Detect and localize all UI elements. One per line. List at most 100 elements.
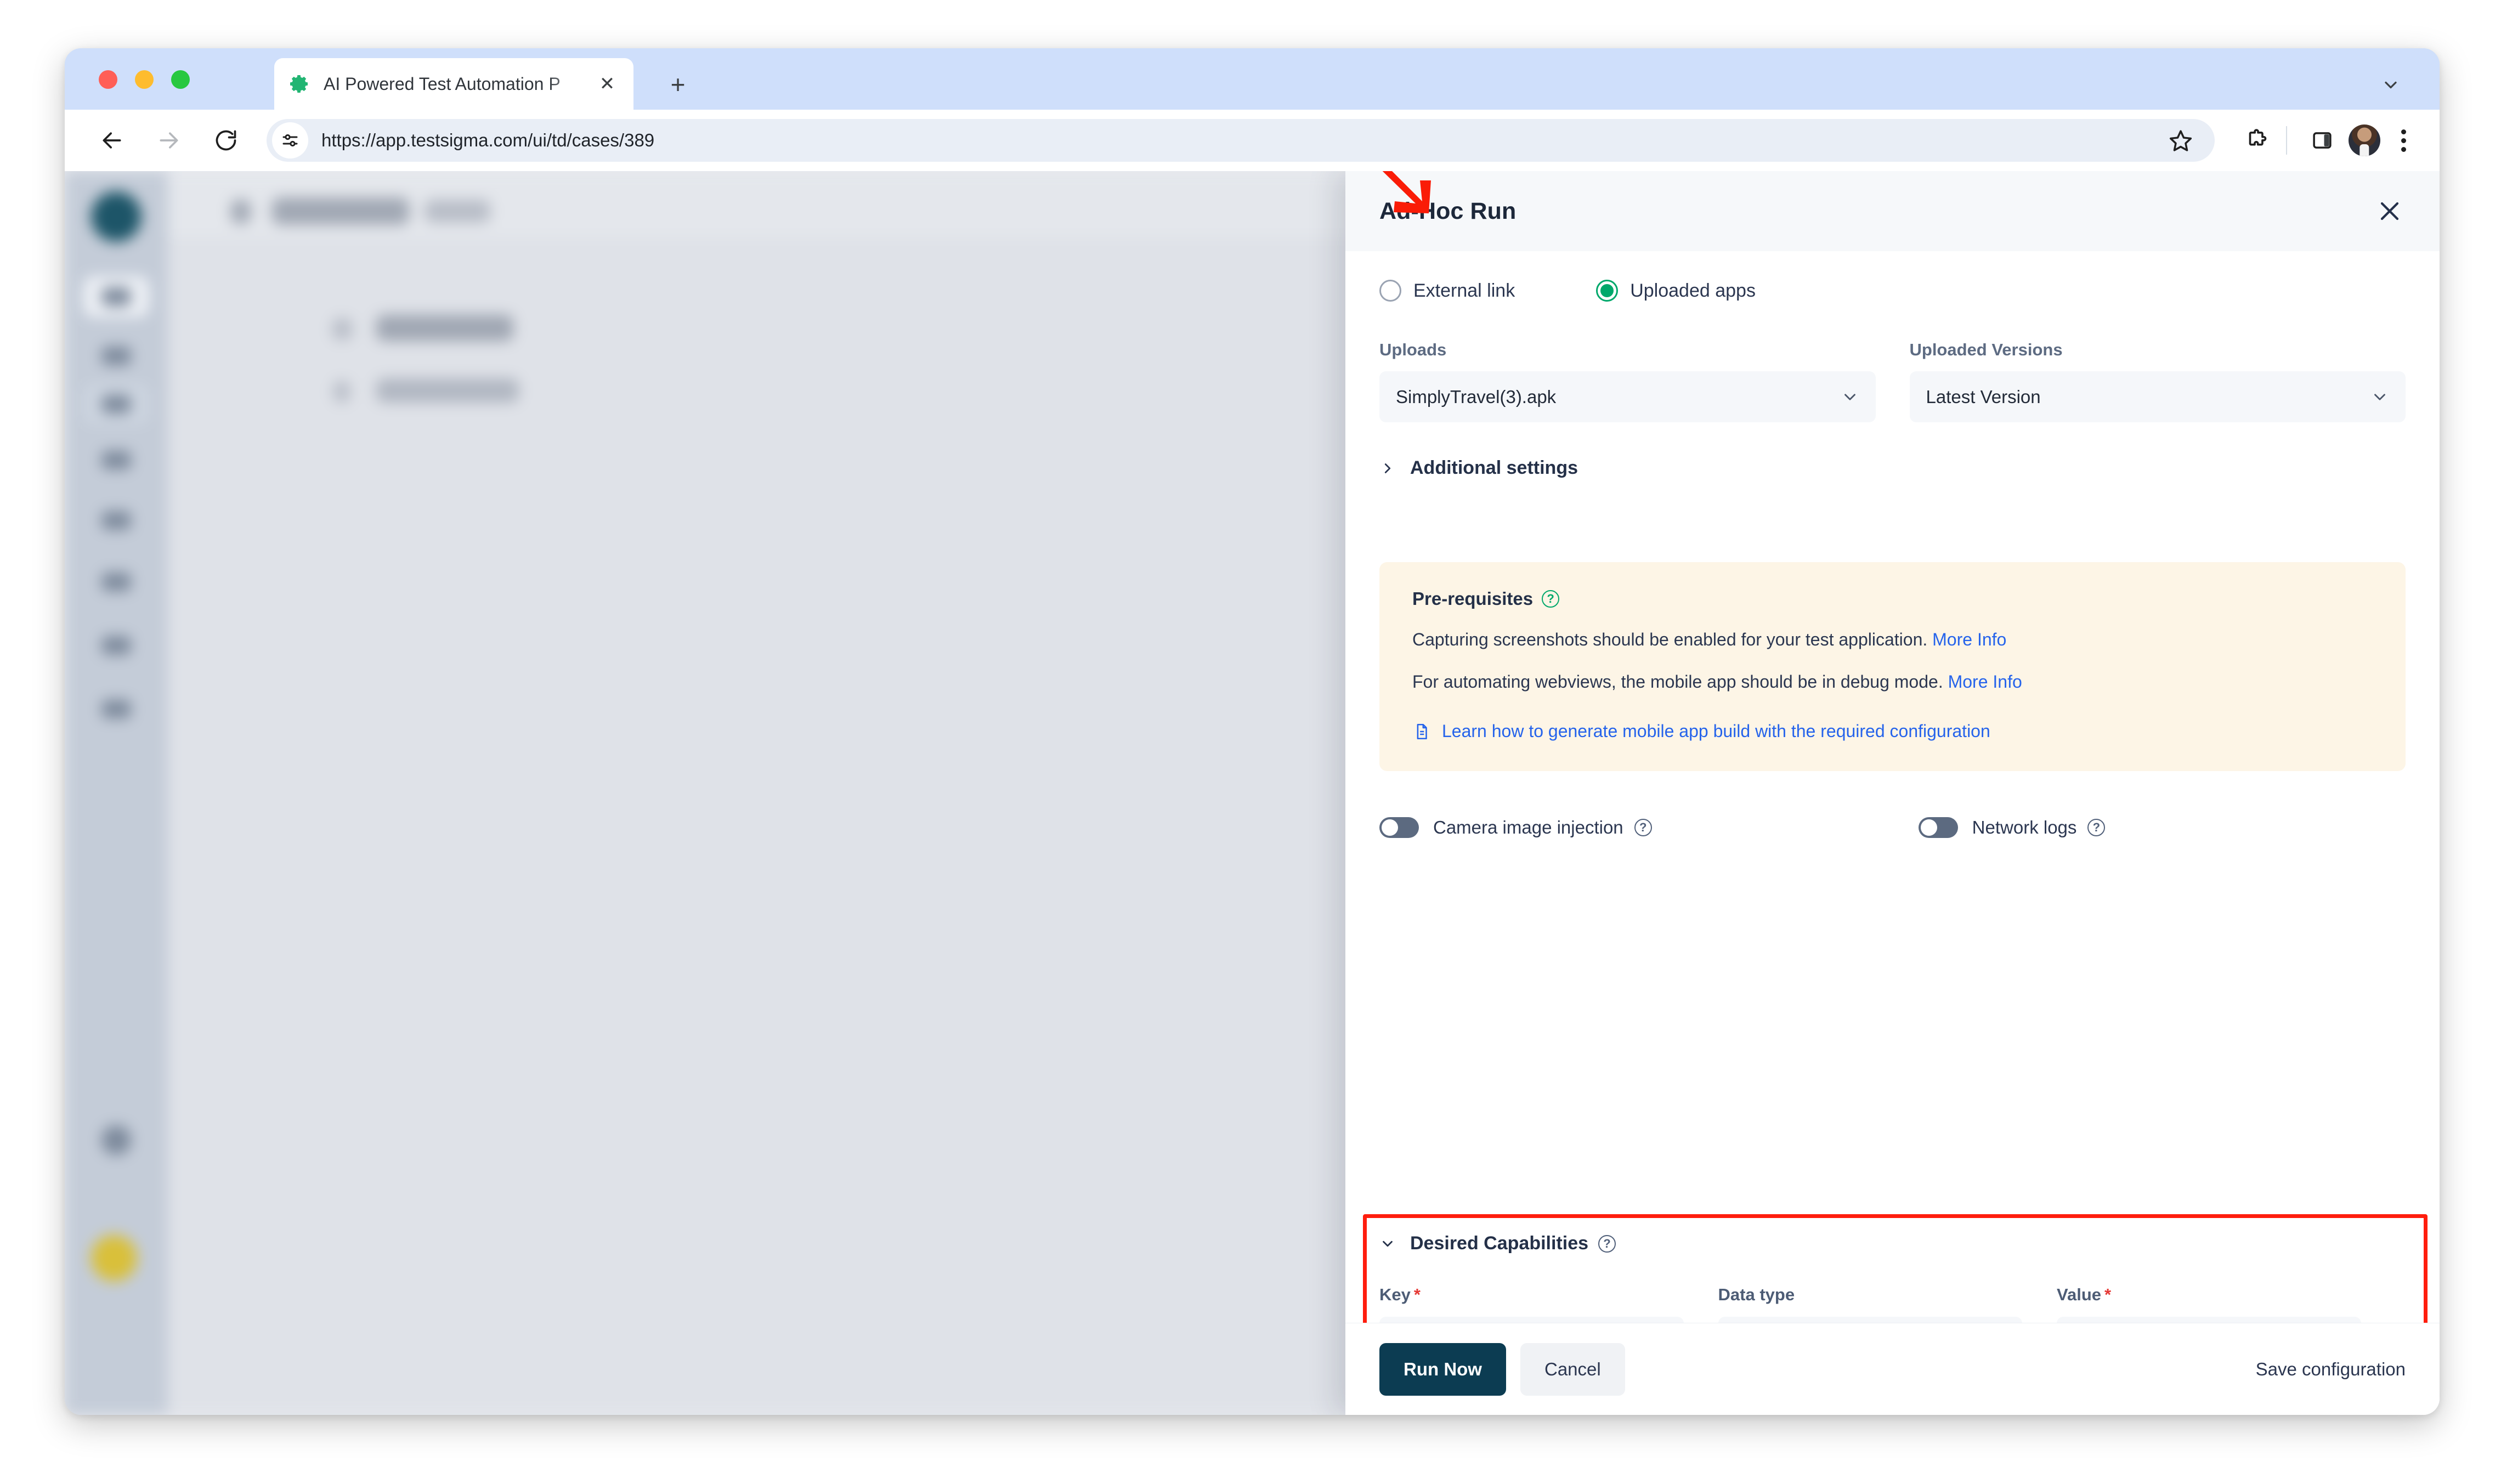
help-icon[interactable]: ? (1598, 1235, 1616, 1253)
radio-external-link-label: External link (1413, 280, 1515, 302)
capability-datatype-label: Data type (1718, 1285, 2023, 1305)
cancel-button[interactable]: Cancel (1520, 1343, 1625, 1396)
radio-checked-icon (1596, 280, 1618, 302)
toolbar-right-actions (2231, 121, 2440, 160)
blurred-page-title (272, 197, 409, 225)
app-source-radio-group: External link Uploaded apps (1379, 251, 2406, 302)
screenshot-root: AI Powered Test Automation P ✕ + (0, 0, 2501, 1484)
desired-capabilities-title: Desired Capabilities (1410, 1233, 1588, 1254)
blurred-breadcrumb-icon (231, 200, 251, 224)
capability-datatype-column: Data type String (1718, 1285, 2023, 1323)
star-icon[interactable] (2161, 121, 2200, 160)
uploads-field: Uploads SimplyTravel(3).apk (1379, 340, 1876, 422)
more-info-link-2[interactable]: More Info (1948, 672, 2022, 692)
blurred-sidebar-item-5 (83, 500, 149, 541)
blurred-sidebar-item-1 (83, 276, 149, 317)
blurred-sidebar-logo (83, 196, 149, 237)
capability-value-column: Value* {“username” : “bsk@gmail.co (2057, 1285, 2361, 1323)
prerequisite-line-2: For automating webviews, the mobile app … (1412, 670, 2373, 694)
toolbar-divider (2286, 126, 2287, 155)
uploads-fields-row: Uploads SimplyTravel(3).apk Uploaded Ver… (1379, 340, 2406, 422)
uploads-select[interactable]: SimplyTravel(3).apk (1379, 371, 1876, 422)
blurred-sidebar-help (83, 1120, 149, 1160)
tab-close-icon[interactable]: ✕ (595, 72, 619, 96)
blurred-sidebar-item-3 (83, 384, 149, 424)
desired-capabilities-header[interactable]: Desired Capabilities ? (1379, 1233, 2411, 1254)
close-icon[interactable] (2370, 192, 2409, 230)
address-bar-url: https://app.testsigma.com/ui/td/cases/38… (321, 130, 654, 151)
save-configuration-button[interactable]: Save configuration (2256, 1359, 2406, 1380)
browser-tab[interactable]: AI Powered Test Automation P ✕ (274, 58, 633, 110)
address-bar-actions (2155, 121, 2200, 160)
blurred-step-label (376, 315, 513, 341)
window-close-button[interactable] (99, 70, 117, 89)
capability-key-input[interactable]: browserstack.appStoreConfig (1379, 1317, 1684, 1323)
uploaded-versions-label: Uploaded Versions (1910, 340, 2406, 360)
additional-settings-accordion[interactable]: Additional settings (1379, 457, 2406, 479)
network-logs-label: Network logs (1972, 817, 2077, 838)
prerequisites-title: Pre-requisites (1412, 588, 1533, 609)
radio-external-link[interactable]: External link (1379, 280, 1515, 302)
profile-avatar[interactable] (2349, 124, 2380, 156)
three-dots-menu-icon[interactable] (2387, 121, 2420, 160)
capability-value-label: Value* (2057, 1285, 2361, 1305)
required-marker: * (2104, 1285, 2111, 1304)
camera-image-injection-toggle[interactable] (1379, 817, 1419, 838)
prerequisites-doc-link[interactable]: Learn how to generate mobile app build w… (1412, 721, 2373, 741)
blurred-sidebar-avatar (91, 1235, 137, 1281)
toggles-row: Camera image injection ? Network logs ? (1379, 817, 2406, 838)
capability-value-input[interactable]: {“username” : “bsk@gmail.co (2057, 1317, 2361, 1323)
radio-unchecked-icon (1379, 280, 1401, 302)
extensions-puzzle-icon[interactable] (2237, 121, 2276, 160)
browser-window: AI Powered Test Automation P ✕ + (65, 48, 2440, 1415)
prerequisites-doc-link-text: Learn how to generate mobile app build w… (1442, 721, 1990, 741)
blurred-sidebar-item-6 (83, 562, 149, 602)
trash-icon[interactable] (2380, 1317, 2411, 1323)
blurred-sidebar-item-4 (83, 440, 149, 480)
new-tab-button[interactable]: + (663, 69, 693, 100)
capability-datatype-select[interactable]: String (1718, 1317, 2023, 1323)
window-traffic-lights (99, 70, 190, 89)
page-viewport: Ad-Hoc Run External link U (65, 171, 2440, 1415)
blurred-sidebar-item-7 (83, 625, 149, 666)
help-icon[interactable]: ? (1542, 590, 1559, 608)
site-settings-icon[interactable] (272, 122, 308, 158)
help-icon[interactable]: ? (1634, 819, 1652, 836)
window-minimize-button[interactable] (135, 70, 154, 89)
side-panel-icon[interactable] (2302, 121, 2342, 160)
panel-title: Ad-Hoc Run (1379, 198, 1516, 225)
reload-icon[interactable] (205, 120, 247, 161)
uploaded-versions-select[interactable]: Latest Version (1910, 371, 2406, 422)
prerequisites-card: Pre-requisites ? Capturing screenshots s… (1379, 562, 2406, 771)
prerequisite-line-1-text: Capturing screenshots should be enabled … (1412, 630, 1932, 649)
testsigma-gear-icon (288, 73, 310, 95)
blurred-add-step-handle (333, 381, 350, 403)
desired-capabilities-row: Key* browserstack.appStoreConfig Data ty… (1379, 1285, 2411, 1323)
back-arrow-icon[interactable] (91, 120, 133, 161)
required-marker: * (1414, 1285, 1421, 1304)
prerequisite-line-1: Capturing screenshots should be enabled … (1412, 628, 2373, 652)
additional-settings-label: Additional settings (1410, 457, 1578, 479)
window-maximize-button[interactable] (171, 70, 190, 89)
browser-toolbar: https://app.testsigma.com/ui/td/cases/38… (65, 110, 2440, 171)
help-icon[interactable]: ? (2087, 819, 2105, 836)
capability-key-label-text: Key (1379, 1285, 1411, 1304)
network-logs-group: Network logs ? (1919, 817, 2106, 838)
address-bar[interactable]: https://app.testsigma.com/ui/td/cases/38… (267, 119, 2215, 162)
network-logs-toggle[interactable] (1919, 817, 1958, 838)
blurred-sidebar-item-8 (83, 689, 149, 729)
forward-arrow-icon[interactable] (148, 120, 190, 161)
uploads-label: Uploads (1379, 340, 1876, 360)
radio-uploaded-apps[interactable]: Uploaded apps (1596, 280, 1756, 302)
more-info-link-1[interactable]: More Info (1932, 630, 2006, 649)
blurred-sidebar-item-2 (83, 336, 149, 376)
blurred-step-handle (332, 318, 352, 340)
chevron-down-icon[interactable] (2375, 69, 2407, 101)
camera-image-injection-group: Camera image injection ? (1379, 817, 1652, 838)
run-now-button[interactable]: Run Now (1379, 1343, 1506, 1396)
chevron-down-icon (2370, 388, 2389, 406)
prerequisites-title-row: Pre-requisites ? (1412, 588, 2373, 609)
uploads-selected-value: SimplyTravel(3).apk (1396, 387, 1556, 407)
chevron-down-icon (1379, 1236, 1396, 1252)
panel-body: External link Uploaded apps Uploads Simp (1345, 251, 2440, 1323)
